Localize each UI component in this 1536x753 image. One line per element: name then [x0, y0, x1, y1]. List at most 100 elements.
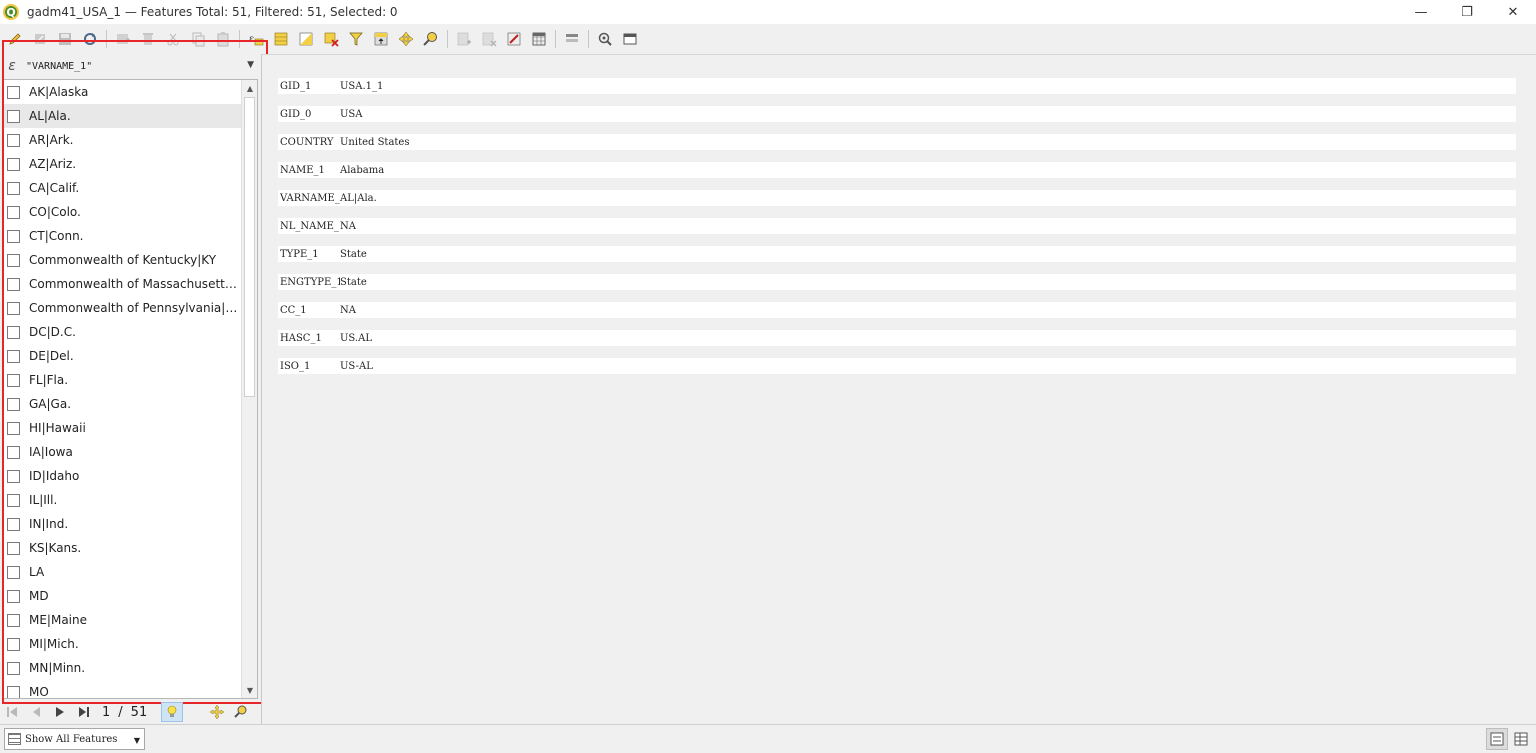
attribute-value[interactable]: United States	[340, 137, 409, 148]
close-button[interactable]: ✕	[1490, 0, 1536, 24]
edit-field-button[interactable]	[503, 28, 525, 50]
field-calculator-button[interactable]	[528, 28, 550, 50]
feature-list-item[interactable]: GA|Ga.	[3, 392, 257, 416]
feature-checkbox[interactable]	[7, 133, 20, 147]
feature-list-item[interactable]: Commonwealth of Pennsylvania|PA	[3, 296, 257, 320]
feature-checkbox[interactable]	[7, 445, 20, 459]
attribute-value[interactable]: Alabama	[340, 165, 384, 176]
next-feature-button[interactable]	[50, 702, 70, 722]
first-feature-button[interactable]	[2, 702, 22, 722]
feature-list-item[interactable]: IN|Ind.	[3, 512, 257, 536]
scroll-down-arrow-icon[interactable]: ▼	[242, 682, 257, 698]
deselect-all-button[interactable]	[320, 28, 342, 50]
select-by-expression-button[interactable]: ε	[245, 28, 267, 50]
attribute-value[interactable]: AL|Ala.	[340, 193, 377, 204]
highlight-current-feature-button[interactable]	[161, 702, 184, 722]
feature-list-item[interactable]: LA	[3, 560, 257, 584]
feature-checkbox[interactable]	[7, 205, 20, 219]
feature-list-item[interactable]: AK|Alaska	[3, 80, 257, 104]
feature-list-item[interactable]: DC|D.C.	[3, 320, 257, 344]
feature-list-scrollbar[interactable]: ▲ ▼	[241, 80, 257, 698]
zoom-to-selected-button[interactable]	[420, 28, 442, 50]
feature-list-item[interactable]: IA|Iowa	[3, 440, 257, 464]
feature-list-item[interactable]: Commonwealth of Kentucky|KY	[3, 248, 257, 272]
feature-checkbox[interactable]	[7, 157, 20, 171]
feature-list-item[interactable]: MO	[3, 680, 257, 698]
feature-list-item[interactable]: MN|Minn.	[3, 656, 257, 680]
feature-list-item[interactable]: CA|Calif.	[3, 176, 257, 200]
feature-list-item[interactable]: KS|Kans.	[3, 536, 257, 560]
attribute-value[interactable]: State	[340, 249, 367, 260]
paste-button[interactable]	[212, 28, 234, 50]
cut-button[interactable]	[162, 28, 184, 50]
feature-checkbox[interactable]	[7, 637, 20, 651]
feature-checkbox[interactable]	[7, 85, 20, 99]
attribute-value[interactable]: NA	[340, 305, 356, 316]
zoom-to-current-button[interactable]	[231, 702, 251, 722]
add-feature-button[interactable]	[112, 28, 134, 50]
delete-feature-button[interactable]	[137, 28, 159, 50]
feature-list-item[interactable]: HI|Hawaii	[3, 416, 257, 440]
attribute-value[interactable]: US.AL	[340, 333, 372, 344]
last-feature-button[interactable]	[74, 702, 94, 722]
feature-checkbox[interactable]	[7, 517, 20, 531]
actions-button[interactable]	[594, 28, 616, 50]
feature-list-item[interactable]: AZ|Ariz.	[3, 152, 257, 176]
attribute-value[interactable]: US-AL	[340, 361, 373, 372]
feature-checkbox[interactable]	[7, 349, 20, 363]
feature-list[interactable]: AK|Alaska AL|Ala. AR|Ark. AZ|Ariz. CA|Calif.…	[2, 79, 258, 699]
conditional-formatting-button[interactable]	[561, 28, 583, 50]
feature-checkbox[interactable]	[7, 685, 20, 698]
feature-list-item[interactable]: AR|Ark.	[3, 128, 257, 152]
pan-to-selected-button[interactable]	[395, 28, 417, 50]
restore-button[interactable]: ❐	[1444, 0, 1490, 24]
toggle-editing-button[interactable]	[4, 28, 26, 50]
feature-list-item[interactable]: MD	[3, 584, 257, 608]
minimize-button[interactable]: —	[1398, 0, 1444, 24]
feature-list-item[interactable]: Commonwealth of Massachusetts|...	[3, 272, 257, 296]
feature-list-item[interactable]: FL|Fla.	[3, 368, 257, 392]
feature-list-item[interactable]: ID|Idaho	[3, 464, 257, 488]
feature-list-item[interactable]: ME|Maine	[3, 608, 257, 632]
feature-checkbox[interactable]	[7, 253, 20, 267]
copy-button[interactable]	[187, 28, 209, 50]
new-field-button[interactable]	[453, 28, 475, 50]
feature-checkbox[interactable]	[7, 325, 20, 339]
feature-list-item[interactable]: AL|Ala.	[3, 104, 257, 128]
feature-checkbox[interactable]	[7, 373, 20, 387]
delete-field-button[interactable]	[478, 28, 500, 50]
feature-list-item[interactable]: IL|Ill.	[3, 488, 257, 512]
attribute-value[interactable]: NA	[340, 221, 356, 232]
feature-list-item[interactable]: MI|Mich.	[3, 632, 257, 656]
feature-list-item[interactable]: CT|Conn.	[3, 224, 257, 248]
chevron-down-icon[interactable]: ▼	[247, 60, 254, 70]
feature-list-item[interactable]: DE|Del.	[3, 344, 257, 368]
select-all-button[interactable]	[270, 28, 292, 50]
feature-checkbox[interactable]	[7, 469, 20, 483]
feature-checkbox[interactable]	[7, 589, 20, 603]
invert-selection-button[interactable]	[295, 28, 317, 50]
save-edits-button[interactable]	[54, 28, 76, 50]
feature-checkbox[interactable]	[7, 541, 20, 555]
attribute-value[interactable]: USA.1_1	[340, 81, 383, 92]
display-expression-selector[interactable]: ε "VARNAME_1" ▼	[2, 54, 260, 78]
form-view-toggle[interactable]	[1486, 728, 1508, 750]
feature-checkbox[interactable]	[7, 421, 20, 435]
feature-checkbox[interactable]	[7, 301, 20, 315]
feature-checkbox[interactable]	[7, 181, 20, 195]
move-selection-to-top-button[interactable]	[370, 28, 392, 50]
table-view-toggle[interactable]	[1510, 728, 1532, 750]
feature-checkbox[interactable]	[7, 565, 20, 579]
pan-to-current-button[interactable]	[207, 702, 227, 722]
feature-checkbox[interactable]	[7, 661, 20, 675]
dock-attribute-table-button[interactable]	[619, 28, 641, 50]
attribute-value[interactable]: USA	[340, 109, 363, 120]
feature-checkbox[interactable]	[7, 613, 20, 627]
feature-checkbox[interactable]	[7, 493, 20, 507]
feature-checkbox[interactable]	[7, 229, 20, 243]
show-all-features-dropdown[interactable]: Show All Features ▼	[4, 728, 145, 750]
attribute-value[interactable]: State	[340, 277, 367, 288]
feature-checkbox[interactable]	[7, 109, 20, 123]
filter-selected-button[interactable]	[345, 28, 367, 50]
feature-checkbox[interactable]	[7, 397, 20, 411]
